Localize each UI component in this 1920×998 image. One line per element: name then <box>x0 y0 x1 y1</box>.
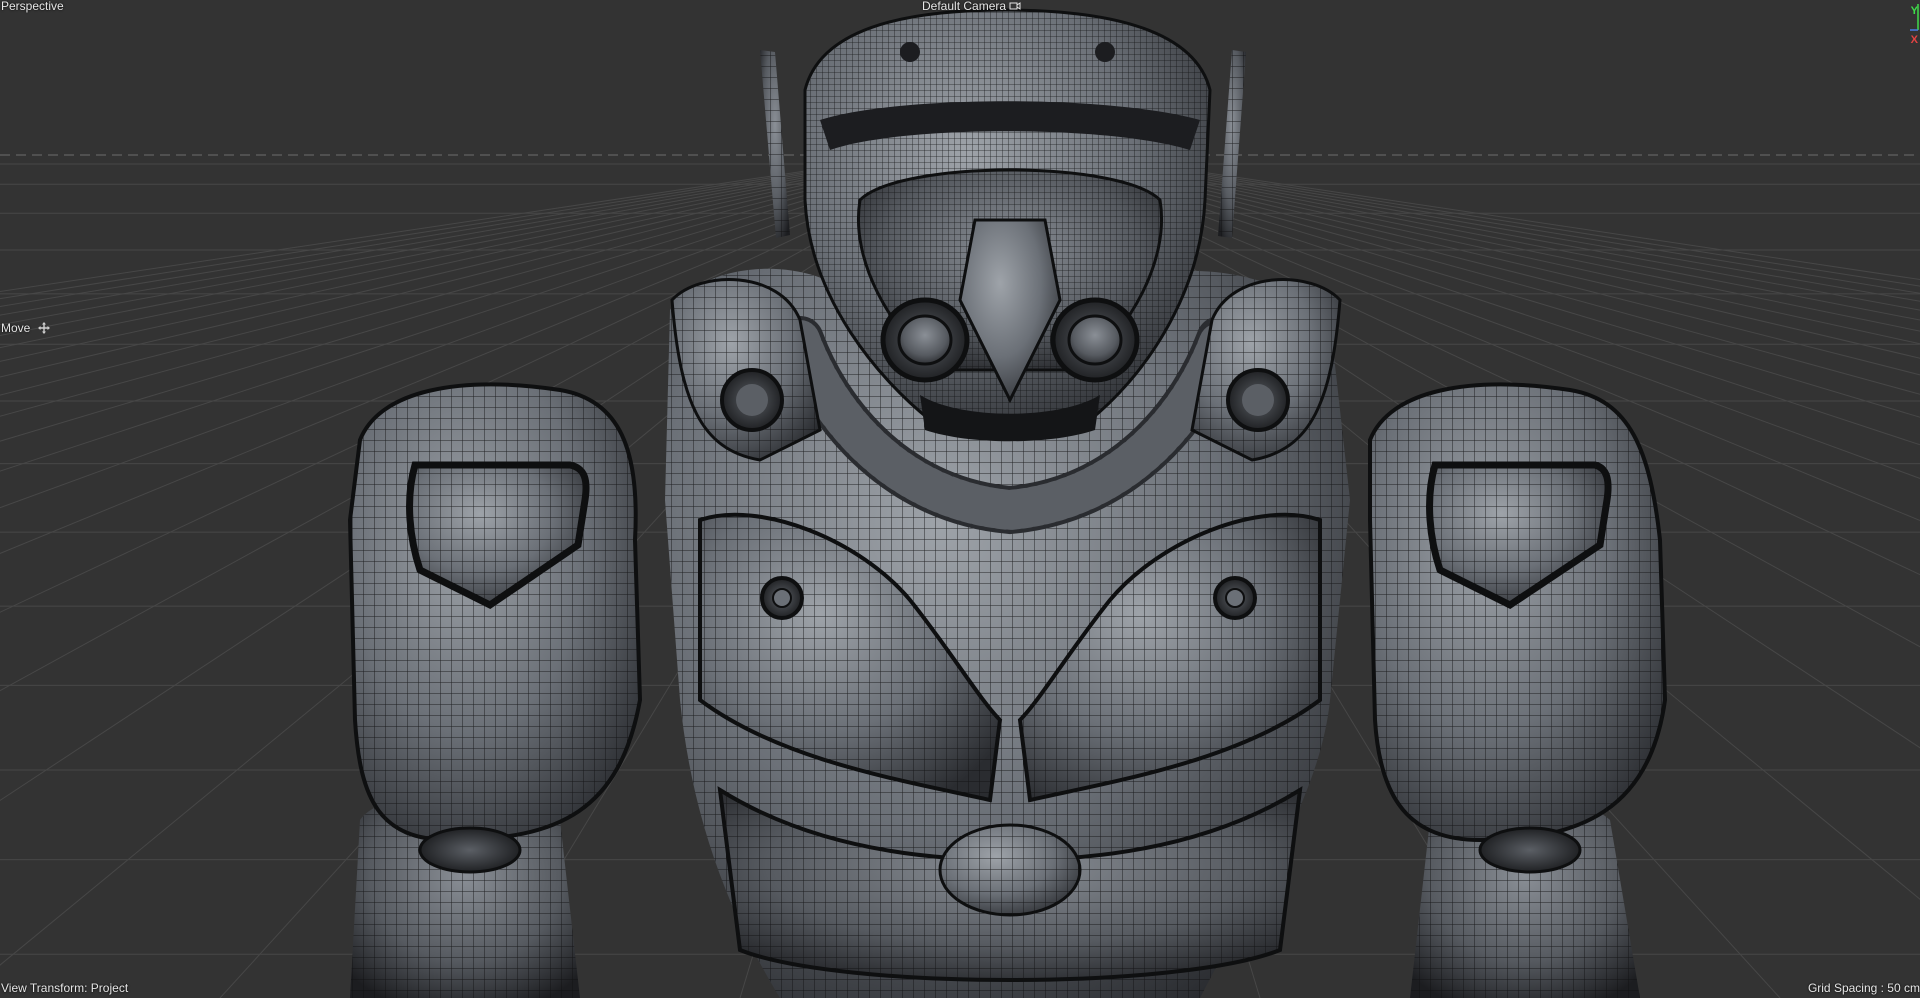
axis-y-label: Y <box>1910 5 1918 17</box>
respirator-filter-left <box>880 297 970 383</box>
elbow-joint-left <box>418 826 522 874</box>
viewport-scene[interactable] <box>0 0 1920 998</box>
helmet-antenna-left <box>760 50 790 238</box>
axis-x-label: X <box>1910 34 1918 46</box>
editor-viewport[interactable]: Perspective Default Camera Move View Tra… <box>0 0 1920 998</box>
move-icon[interactable] <box>38 322 51 334</box>
armored-character-model[interactable] <box>347 8 1668 998</box>
camera-sync-icon[interactable] <box>1009 1 1021 11</box>
camera-label: Default Camera <box>922 0 1007 13</box>
axis-gizmo[interactable]: Y X <box>1900 0 1920 48</box>
view-transform-status: View Transform: Project <box>1 981 129 995</box>
elbow-joint-right <box>1478 826 1582 874</box>
chest-bolt-right <box>1213 576 1257 620</box>
shoulder-pad-left <box>347 382 643 843</box>
viewport-view-name[interactable]: Perspective <box>1 0 64 13</box>
respirator-filter-right <box>1050 297 1140 383</box>
camera-selector[interactable]: Default Camera <box>922 0 1021 13</box>
chest-bolt-left <box>760 576 804 620</box>
helmet-antenna-right <box>1218 50 1246 238</box>
shoulder-pad-right <box>1368 382 1668 843</box>
active-tool-label: Move <box>1 321 31 335</box>
active-tool-indicator[interactable]: Move <box>1 321 51 335</box>
grid-spacing-status: Grid Spacing : 50 cm <box>1807 981 1920 995</box>
